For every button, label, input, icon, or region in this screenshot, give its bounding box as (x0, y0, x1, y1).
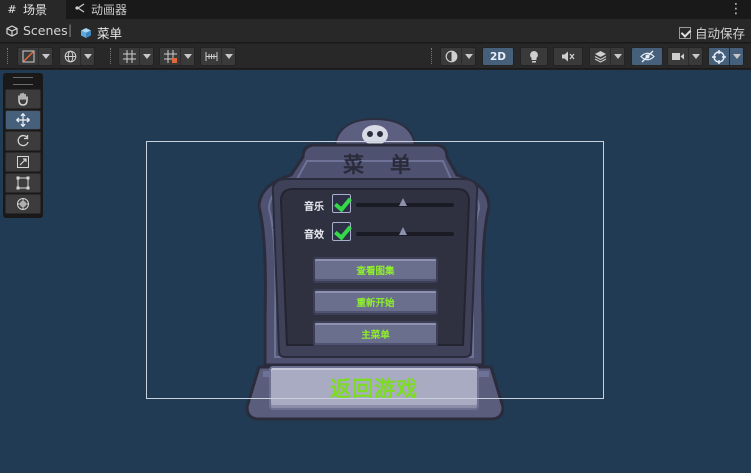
shading-sphere-icon (441, 48, 461, 65)
chevron-down-icon[interactable] (610, 48, 624, 65)
effects-button[interactable] (589, 47, 625, 66)
camera-settings-button[interactable] (667, 47, 703, 66)
toolbar-grip[interactable] (7, 48, 9, 64)
toolbar-grip[interactable] (431, 48, 433, 64)
autosave-label: 自动保存 (694, 26, 745, 41)
tab-scene[interactable]: # 场景 (0, 0, 66, 19)
tab-animator[interactable]: 动画器 (68, 0, 133, 19)
prefab-cube-icon (81, 27, 91, 38)
scene-viewport[interactable]: 菜单 音乐 音效 查看图集 重新开始 主菜单 返回游戏 (0, 70, 751, 473)
overlay-drag-handle[interactable] (13, 77, 33, 85)
draw-mode-button[interactable] (17, 47, 53, 66)
breadcrumb-scenes-label: Scenes (23, 23, 68, 38)
editor-tab-bar: # 场景 动画器 ⋮ (0, 0, 751, 19)
grid-icon: # (7, 3, 17, 16)
globe-icon (60, 48, 80, 65)
increment-snap-button[interactable] (200, 47, 236, 66)
scene-visibility-button[interactable] (631, 47, 663, 66)
transform-tool-icon[interactable] (5, 194, 41, 214)
unity-scene-icon (6, 24, 18, 37)
draw-mode-icon (18, 48, 38, 65)
audio-toggle-button[interactable] (553, 47, 583, 66)
gizmo-icon (709, 48, 729, 65)
lighting-toggle-button[interactable] (520, 47, 548, 66)
camera-icon (668, 48, 688, 65)
chevron-down-icon[interactable] (139, 48, 153, 65)
tab-scene-label: 场景 (23, 3, 48, 17)
breadcrumb-separator: | (68, 23, 73, 37)
breadcrumb-current-scene[interactable]: 菜单 (80, 23, 122, 42)
toolbar-grip[interactable] (110, 48, 112, 64)
tab-animator-label: 动画器 (91, 3, 128, 17)
shading-mode-button[interactable] (440, 47, 476, 66)
chevron-down-icon[interactable] (688, 48, 702, 65)
animator-icon (74, 3, 86, 16)
toggle-2d-label: 2D (489, 50, 507, 63)
layers-icon (590, 48, 610, 65)
chevron-down-icon[interactable] (38, 48, 52, 65)
more-options-icon[interactable]: ⋮ (729, 1, 743, 17)
breadcrumb-scenes[interactable]: Scenes (6, 23, 68, 38)
chevron-down-icon[interactable] (221, 48, 235, 65)
breadcrumb-current-label: 菜单 (97, 26, 123, 41)
scale-tool-icon[interactable] (5, 152, 41, 172)
ruler-icon (201, 48, 221, 65)
global-local-button[interactable] (59, 47, 95, 66)
rect-tool-icon[interactable] (5, 173, 41, 193)
speaker-mute-icon (558, 48, 578, 65)
grid-snap-button[interactable] (118, 47, 154, 66)
hand-tool-icon[interactable] (5, 89, 41, 109)
tool-overlay (3, 73, 43, 218)
breadcrumb: Scenes | 菜单 自动保存 (0, 19, 751, 43)
grid-visibility-icon (160, 48, 180, 65)
grid-snap-icon (119, 48, 139, 65)
move-tool-icon[interactable] (5, 110, 41, 130)
rotate-tool-icon[interactable] (5, 131, 41, 151)
grid-visibility-button[interactable] (159, 47, 195, 66)
scene-toolbar: 2D (0, 44, 751, 69)
lightbulb-icon (524, 48, 544, 65)
toggle-2d-button[interactable]: 2D (482, 47, 514, 66)
chevron-down-icon[interactable] (180, 48, 194, 65)
autosave-checkbox[interactable] (678, 26, 691, 39)
chevron-down-icon[interactable] (729, 48, 743, 65)
canvas-bounds (146, 141, 604, 399)
eye-hidden-icon (637, 48, 657, 65)
autosave-toggle[interactable]: 自动保存 (678, 23, 745, 42)
chevron-down-icon[interactable] (80, 48, 94, 65)
chevron-down-icon[interactable] (461, 48, 475, 65)
gizmos-button[interactable] (708, 47, 744, 66)
